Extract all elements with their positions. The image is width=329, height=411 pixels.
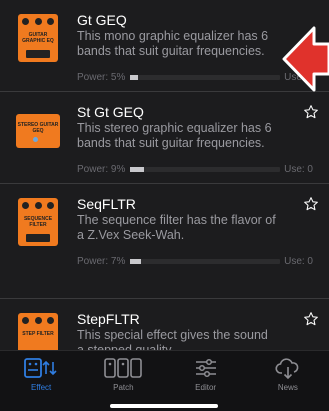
tab-editor[interactable]: Editor xyxy=(165,351,247,411)
effect-title: Gt GEQ xyxy=(77,12,127,28)
power-bar xyxy=(130,75,280,80)
power-bar xyxy=(130,259,280,264)
list-item[interactable]: STEREO GUITAR GEQ St Gt GEQ This stereo … xyxy=(0,91,329,183)
power-label: Power: 5% xyxy=(77,72,126,83)
effect-thumbnail: SEQUENCE FILTER xyxy=(18,198,58,246)
home-indicator xyxy=(110,404,218,408)
patch-icon xyxy=(104,358,143,378)
favorite-star-icon[interactable] xyxy=(303,196,319,212)
sliders-icon xyxy=(195,358,216,378)
favorite-star-icon[interactable] xyxy=(303,311,319,327)
effect-description: This stereo graphic equalizer has 6 band… xyxy=(77,121,272,150)
tab-patch[interactable]: Patch xyxy=(82,351,164,411)
list-item[interactable]: STEP FILTER StepFLTR This special effect… xyxy=(0,298,329,350)
tab-effect[interactable]: Effect xyxy=(0,351,82,411)
tab-news[interactable]: News xyxy=(247,351,329,411)
effect-description: This mono graphic equalizer has 6 bands … xyxy=(77,29,269,58)
effect-description: The sequence filter has the flavor of a … xyxy=(77,213,276,242)
effect-title: St Gt GEQ xyxy=(77,104,144,120)
effect-list: GUITAR GRAPHIC EQ Gt GEQ This mono graph… xyxy=(0,0,329,350)
cloud-download-icon xyxy=(275,358,299,380)
effect-thumbnail: GUITAR GRAPHIC EQ xyxy=(18,14,58,62)
power-label: Power: 9% xyxy=(77,164,126,175)
effect-thumbnail: STEREO GUITAR GEQ xyxy=(16,114,60,148)
tab-bar: Effect Patch Editor News xyxy=(0,350,329,411)
effect-description: This special effect gives the sound a st… xyxy=(77,328,268,350)
list-item[interactable]: GUITAR GRAPHIC EQ Gt GEQ This mono graph… xyxy=(0,0,329,91)
use-count: Use: 0 xyxy=(284,164,313,175)
favorite-star-icon[interactable] xyxy=(303,104,319,120)
power-bar xyxy=(130,167,280,172)
effect-title: StepFLTR xyxy=(77,311,140,327)
red-arrow-icon xyxy=(282,26,329,92)
effect-title: SeqFLTR xyxy=(77,196,136,212)
power-label: Power: 7% xyxy=(77,256,126,267)
effect-icon xyxy=(24,358,57,378)
effect-thumbnail: STEP FILTER xyxy=(18,313,58,350)
use-count: Use: 0 xyxy=(284,256,313,267)
list-item[interactable]: SEQUENCE FILTER SeqFLTR The sequence fil… xyxy=(0,183,329,275)
